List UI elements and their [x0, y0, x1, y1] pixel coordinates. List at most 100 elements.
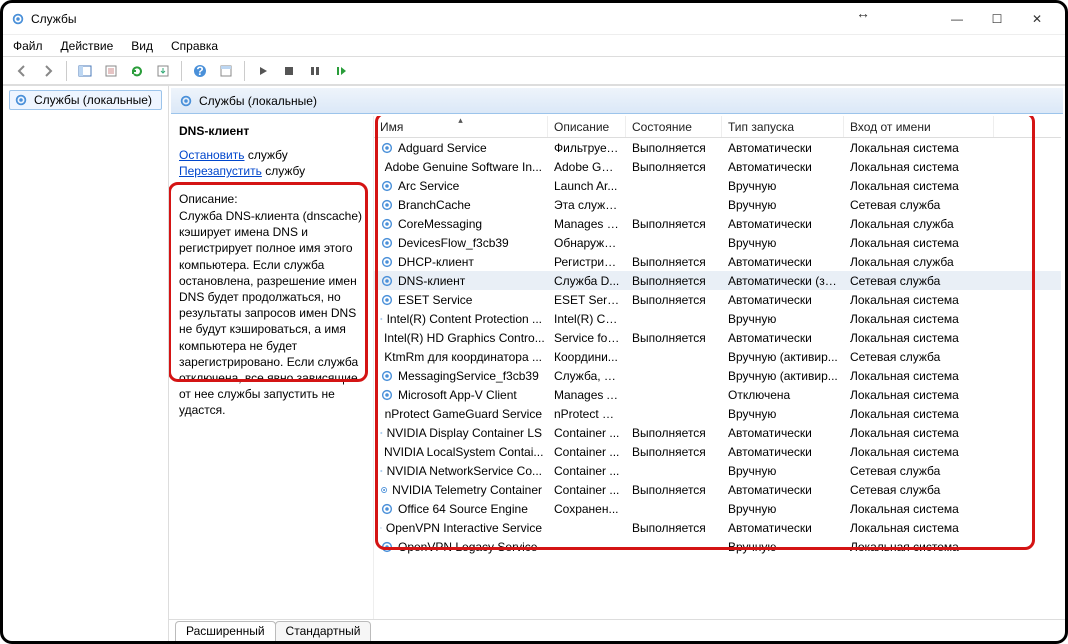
- tree-root-item[interactable]: Службы (локальные): [9, 90, 162, 110]
- cell-name: OpenVPN Interactive Service: [374, 521, 548, 535]
- cell-state: Выполняется: [626, 274, 722, 288]
- restart-service-link[interactable]: Перезапустить: [179, 164, 262, 178]
- cell-start: Автоматически: [722, 160, 844, 174]
- service-row[interactable]: NVIDIA Telemetry ContainerContainer ...В…: [374, 480, 1061, 499]
- main-pane: Службы (локальные) DNS-клиент Остановить…: [169, 86, 1065, 641]
- service-row[interactable]: Intel(R) HD Graphics Contro...Service fo…: [374, 328, 1061, 347]
- start-service-button[interactable]: [252, 60, 274, 82]
- back-button[interactable]: [11, 60, 33, 82]
- col-header-logon[interactable]: Вход от имени: [844, 116, 994, 137]
- service-row[interactable]: OpenVPN Legacy ServiceВручнуюЛокальная с…: [374, 537, 1061, 556]
- cell-name: NVIDIA LocalSystem Contai...: [374, 445, 548, 459]
- list-rows: Adguard ServiceФильтрует...ВыполняетсяАв…: [374, 138, 1061, 556]
- cell-state: Выполняется: [626, 141, 722, 155]
- cell-logon: Локальная система: [844, 407, 994, 421]
- minimize-button[interactable]: —: [937, 5, 977, 33]
- help-button[interactable]: ?: [189, 60, 211, 82]
- cell-desc: Сохранен...: [548, 502, 626, 516]
- service-row[interactable]: ESET ServiceESET ServiceВыполняетсяАвтом…: [374, 290, 1061, 309]
- col-header-start[interactable]: Тип запуска: [722, 116, 844, 137]
- cell-state: Выполняется: [626, 255, 722, 269]
- service-row[interactable]: Arc Service Launch Ar...ВручнуюЛокальная…: [374, 176, 1061, 195]
- show-hide-tree-button[interactable]: [74, 60, 96, 82]
- cell-desc: Фильтрует...: [548, 141, 626, 155]
- cell-state: Выполняется: [626, 160, 722, 174]
- detail-pane: DNS-клиент Остановить службу Перезапусти…: [173, 116, 373, 619]
- maximize-button[interactable]: ☐: [977, 5, 1017, 33]
- service-icon: [380, 483, 388, 497]
- pause-service-button[interactable]: [304, 60, 326, 82]
- service-row[interactable]: MessagingService_f3cb39Служба, о...Вручн…: [374, 366, 1061, 385]
- service-row[interactable]: Adguard ServiceФильтрует...ВыполняетсяАв…: [374, 138, 1061, 157]
- service-row[interactable]: KtmRm для координатора ...Координи...Вру…: [374, 347, 1061, 366]
- stop-service-link[interactable]: Остановить: [179, 148, 245, 162]
- service-icon: [380, 217, 394, 231]
- col-header-name[interactable]: Имя▴: [374, 116, 548, 137]
- cell-start: Вручную: [722, 407, 844, 421]
- cell-logon: Локальная система: [844, 331, 994, 345]
- service-row[interactable]: Microsoft App-V ClientManages A...Отключ…: [374, 385, 1061, 404]
- properties-button[interactable]: [100, 60, 122, 82]
- service-row[interactable]: DevicesFlow_f3cb39Обнаруже...ВручнуюЛока…: [374, 233, 1061, 252]
- stop-service-button[interactable]: [278, 60, 300, 82]
- service-row[interactable]: BranchCacheЭта служб...ВручнуюСетевая сл…: [374, 195, 1061, 214]
- separator: [181, 61, 182, 81]
- svg-text:?: ?: [196, 64, 203, 78]
- detail-service-name: DNS-клиент: [179, 124, 363, 138]
- service-row[interactable]: DNS-клиентСлужба D...ВыполняетсяАвтомати…: [374, 271, 1061, 290]
- service-row[interactable]: CoreMessagingManages c...ВыполняетсяАвто…: [374, 214, 1061, 233]
- properties-alt-button[interactable]: [215, 60, 237, 82]
- service-icon: [380, 407, 381, 421]
- cell-name: NVIDIA Display Container LS: [374, 426, 548, 440]
- service-icon: [380, 236, 394, 250]
- refresh-button[interactable]: [126, 60, 148, 82]
- cell-name: nProtect GameGuard Service: [374, 407, 548, 421]
- cell-desc: nProtect G...: [548, 407, 626, 421]
- cell-start: Автоматически: [722, 331, 844, 345]
- separator: [244, 61, 245, 81]
- service-row[interactable]: Adobe Genuine Software In...Adobe Gen...…: [374, 157, 1061, 176]
- menu-action[interactable]: Действие: [61, 39, 114, 53]
- service-row[interactable]: nProtect GameGuard ServicenProtect G... В…: [374, 404, 1061, 423]
- col-header-state[interactable]: Состояние: [626, 116, 722, 137]
- service-row[interactable]: Intel(R) Content Protection ...Intel(R) …: [374, 309, 1061, 328]
- cell-name: DHCP-клиент: [374, 255, 548, 269]
- panel-header-label: Службы (локальные): [199, 94, 317, 108]
- sort-asc-icon: ▴: [458, 116, 463, 126]
- service-row[interactable]: OpenVPN Interactive ServiceВыполняетсяАв…: [374, 518, 1061, 537]
- menu-view[interactable]: Вид: [131, 39, 153, 53]
- cell-state: Выполняется: [626, 521, 722, 535]
- cell-desc: Adobe Gen...: [548, 160, 626, 174]
- description-label: Описание:: [179, 192, 363, 206]
- cell-name: DNS-клиент: [374, 274, 548, 288]
- service-row[interactable]: NVIDIA Display Container LSContainer ...…: [374, 423, 1061, 442]
- restart-service-line: Перезапустить службу: [179, 164, 363, 178]
- menu-file[interactable]: Файл: [13, 39, 43, 53]
- forward-button[interactable]: [37, 60, 59, 82]
- service-row[interactable]: NVIDIA LocalSystem Contai...Container ..…: [374, 442, 1061, 461]
- cell-start: Отключена: [722, 388, 844, 402]
- close-button[interactable]: ✕: [1017, 5, 1057, 33]
- cell-name: MessagingService_f3cb39: [374, 369, 548, 383]
- tab-standard[interactable]: Стандартный: [275, 621, 372, 641]
- toolbar: ?: [3, 57, 1065, 85]
- service-icon: [380, 160, 381, 174]
- service-row[interactable]: Office 64 Source EngineСохранен...Вручну…: [374, 499, 1061, 518]
- cell-desc: Эта служб...: [548, 198, 626, 212]
- cell-state: Выполняется: [626, 331, 722, 345]
- restart-service-button[interactable]: [330, 60, 352, 82]
- menu-help[interactable]: Справка: [171, 39, 218, 53]
- cell-name: CoreMessaging: [374, 217, 548, 231]
- cell-logon: Локальная система: [844, 141, 994, 155]
- stop-service-line: Остановить службу: [179, 148, 363, 162]
- service-row[interactable]: NVIDIA NetworkService Co...Container ...…: [374, 461, 1061, 480]
- cell-desc: Manages A...: [548, 388, 626, 402]
- service-row[interactable]: DHCP-клиентРегистрир...ВыполняетсяАвтома…: [374, 252, 1061, 271]
- col-header-desc[interactable]: Описание: [548, 116, 626, 137]
- tab-extended[interactable]: Расширенный: [175, 621, 276, 641]
- export-button[interactable]: [152, 60, 174, 82]
- cell-name: ESET Service: [374, 293, 548, 307]
- menubar: Файл Действие Вид Справка: [3, 35, 1065, 57]
- description-text: Служба DNS-клиента (dnscache) кэширует и…: [179, 208, 363, 418]
- cell-start: Автоматически (за...: [722, 274, 844, 288]
